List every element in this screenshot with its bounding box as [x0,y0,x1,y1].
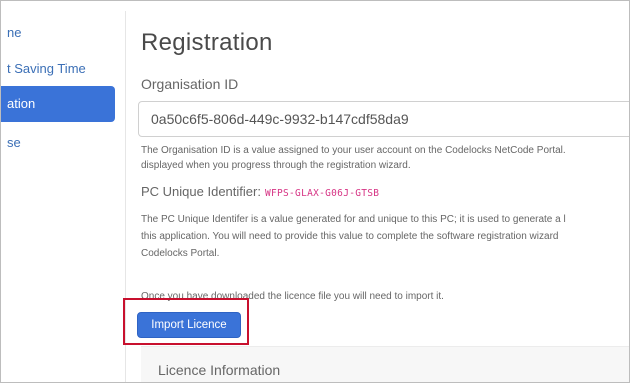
import-licence-button[interactable]: Import Licence [137,312,241,338]
sidebar-item-label: ne [7,25,22,40]
pc-identifier-value: WFPS-GLAX-G06J-GTSB [264,188,380,199]
pc-identifier-help-line-2: this application. You will need to provi… [141,231,559,242]
pc-identifier-help-line-1: The PC Unique Identifer is a value gener… [141,214,566,225]
pc-identifier-label-text: PC Unique Identifier: [141,184,261,199]
app-window: ne t Saving Time ation se Registration O… [0,0,630,383]
licence-information-panel: Licence Information [141,346,629,382]
sidebar-item-daylight-saving-time[interactable]: t Saving Time [1,51,115,87]
sidebar-item-label: t Saving Time [7,61,86,76]
sidebar-item-label: se [7,135,21,150]
licence-information-title: Licence Information [158,362,281,378]
main-content: Registration Organisation ID The Organis… [123,1,629,382]
organisation-id-help-line-2: displayed when you progress through the … [141,160,411,171]
sidebar-item-label: ation [7,96,36,111]
organisation-id-help-line-1: The Organisation ID is a value assigned … [141,145,566,156]
sidebar-item-licence[interactable]: se [1,125,115,161]
sidebar-item-registration[interactable]: ation [1,86,115,122]
sidebar-item-time-zone[interactable]: ne [1,15,115,51]
pc-identifier-label: PC Unique Identifier: WFPS-GLAX-G06J-GTSB [141,184,379,199]
sidebar: ne t Saving Time ation se [1,1,119,382]
organisation-id-label: Organisation ID [141,76,239,92]
organisation-id-field[interactable] [138,101,629,137]
page-title: Registration [141,29,273,56]
pc-identifier-help-line-3: Codelocks Portal. [141,248,220,259]
